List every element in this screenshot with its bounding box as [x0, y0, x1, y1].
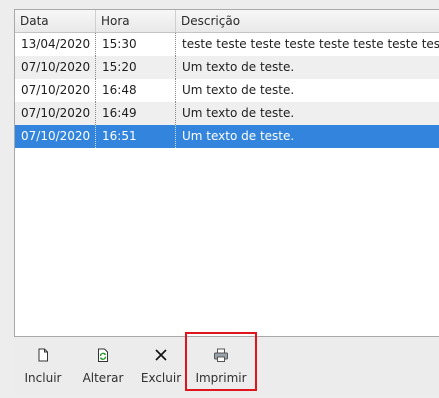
table-row[interactable]: 07/10/2020 15:20 Um texto de teste. [15, 56, 439, 79]
table-row[interactable]: 07/10/2020 16:48 Um texto de teste. [15, 79, 439, 102]
alterar-button[interactable]: Alterar [78, 341, 128, 391]
cell-descricao: Um texto de teste. [182, 129, 295, 143]
cell-hora: 15:20 [96, 56, 176, 79]
incluir-button[interactable]: Incluir [20, 341, 66, 391]
incluir-label: Incluir [24, 371, 62, 385]
column-header-descricao[interactable]: Descrição [176, 10, 439, 32]
excluir-button[interactable]: Excluir [138, 341, 184, 391]
table-row[interactable]: 13/04/2020 15:30 teste teste teste teste… [15, 33, 439, 56]
column-header-hora[interactable]: Hora [96, 10, 176, 32]
cell-descricao: Um texto de teste. [182, 60, 295, 74]
cell-data: 13/04/2020 [15, 33, 96, 56]
excluir-label: Excluir [140, 371, 182, 385]
cell-descricao: Um texto de teste. [182, 83, 295, 97]
table-row[interactable]: 07/10/2020 16:49 Um texto de teste. [15, 102, 439, 125]
records-grid[interactable]: Data Hora Descrição 13/04/2020 15:30 tes… [14, 9, 439, 337]
cell-hora: 16:51 [96, 125, 176, 148]
cell-hora: 15:30 [96, 33, 176, 56]
cell-data: 07/10/2020 [15, 102, 96, 125]
grid-header: Data Hora Descrição [15, 10, 439, 33]
alterar-label: Alterar [82, 371, 124, 385]
table-row-selected[interactable]: 07/10/2020 16:51 Um texto de teste. [15, 125, 439, 148]
refresh-document-icon [98, 348, 108, 362]
cell-data: 07/10/2020 [15, 79, 96, 102]
cell-data: 07/10/2020 [15, 56, 96, 79]
cell-hora: 16:49 [96, 102, 176, 125]
highlight-box [185, 332, 257, 391]
cell-data: 07/10/2020 [15, 125, 96, 148]
new-document-icon [38, 348, 48, 362]
delete-x-icon [155, 349, 167, 361]
cell-descricao: teste teste teste teste teste teste test… [182, 37, 439, 51]
cell-hora: 16:48 [96, 79, 176, 102]
cell-descricao: Um texto de teste. [182, 106, 295, 120]
column-header-data[interactable]: Data [15, 10, 96, 32]
